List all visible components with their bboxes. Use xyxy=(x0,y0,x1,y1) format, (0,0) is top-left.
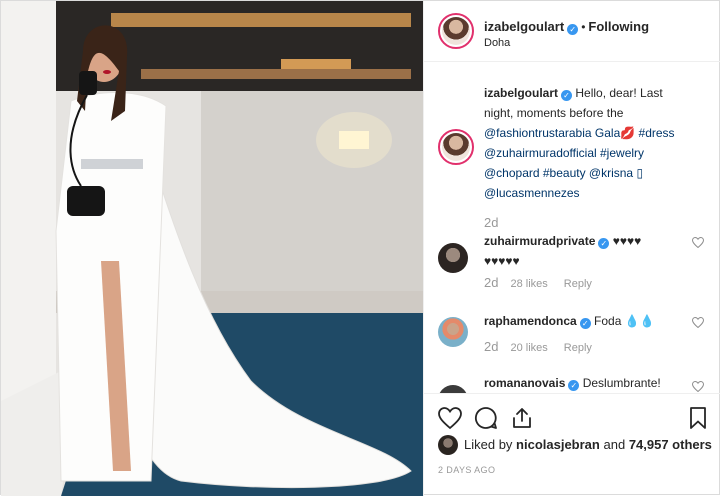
comments-section: izabelgoulart ✓ Hello, dear! Last night, … xyxy=(424,63,720,393)
verified-icon: ✓ xyxy=(598,238,610,249)
post-header: izabelgoulart ✓ • Following Doha xyxy=(424,1,720,62)
caption-line-2: night, moments before the xyxy=(484,106,624,120)
comment-likes[interactable]: 28 likes xyxy=(510,278,547,290)
header-line: izabelgoulart ✓ • Following xyxy=(484,19,649,35)
comment-username[interactable]: raphamendonca xyxy=(484,314,577,328)
caption-line-3[interactable]: @fashiontrustarabia Gala💋 #dress xyxy=(484,123,699,143)
comment-avatar[interactable] xyxy=(438,385,468,393)
likes-summary: Liked by nicolasjebran and 74,957 others xyxy=(464,437,712,452)
comment-meta: 2d 20 likes Reply xyxy=(484,339,608,354)
comment-text: raphamendonca ✓ Foda 💧💧 xyxy=(484,311,699,331)
comment-avatar[interactable] xyxy=(438,243,468,273)
comment-like-icon[interactable] xyxy=(692,381,704,392)
caption-meta: 2d xyxy=(484,215,510,230)
caption-line-5[interactable]: @chopard #beauty @krisna ▯ xyxy=(484,163,699,183)
caption-text: izabelgoulart ✓ Hello, dear! Last night, … xyxy=(484,83,699,203)
author-avatar[interactable] xyxy=(438,13,474,49)
comment-time[interactable]: 2d xyxy=(484,275,498,290)
caption-time[interactable]: 2d xyxy=(484,215,498,230)
following-button[interactable]: Following xyxy=(588,19,649,34)
caption-line-1: izabelgoulart ✓ Hello, dear! Last xyxy=(484,83,699,103)
post-side-panel: izabelgoulart ✓ • Following Doha izabelgoul… xyxy=(423,1,720,496)
comment-like-icon[interactable] xyxy=(692,317,704,328)
comment-time[interactable]: 2d xyxy=(484,339,498,354)
author-username[interactable]: izabelgoulart xyxy=(484,19,564,34)
comment-meta: 2d 28 likes Reply xyxy=(484,275,608,290)
comment-text: zuhairmuradprivate ✓ ♥♥♥♥ ♥♥♥♥♥ xyxy=(484,231,699,271)
comment-username[interactable]: romananovais xyxy=(484,376,565,390)
comment-body-line-2: ♥♥♥♥♥ xyxy=(484,254,520,268)
caption-line-1-text: Hello, dear! Last xyxy=(575,86,663,100)
caption-username[interactable]: izabelgoulart xyxy=(484,86,558,100)
comment-like-icon[interactable] xyxy=(692,237,704,248)
verified-icon: ✓ xyxy=(561,90,573,101)
verified-icon: ✓ xyxy=(579,318,591,329)
heart-icon[interactable] xyxy=(438,406,462,430)
comment-icon[interactable] xyxy=(474,406,498,430)
comment-body: Foda 💧💧 xyxy=(594,314,655,328)
likes-and: and xyxy=(603,437,626,452)
verified-icon: ✓ xyxy=(567,24,579,35)
bookmark-icon[interactable] xyxy=(686,406,710,430)
comment-body: ♥♥♥♥ xyxy=(612,234,642,248)
share-icon[interactable] xyxy=(510,406,534,430)
comment-body: Deslumbrante! xyxy=(582,376,661,390)
reply-button[interactable]: Reply xyxy=(564,342,592,354)
caption-line-4[interactable]: @zuhairmuradofficial #jewelry xyxy=(484,143,699,163)
instagram-post: izabelgoulart ✓ • Following Doha izabelgoul… xyxy=(0,0,720,496)
liked-by-user[interactable]: nicolasjebran xyxy=(516,437,600,452)
comment-text: romananovais ✓ Deslumbrante! xyxy=(484,373,699,393)
post-photo[interactable] xyxy=(1,1,423,496)
comment-avatar[interactable] xyxy=(438,317,468,347)
caption-line-6[interactable]: @lucasmennezes xyxy=(484,183,699,203)
reply-button[interactable]: Reply xyxy=(564,278,592,290)
post-location[interactable]: Doha xyxy=(484,37,510,49)
comment-likes[interactable]: 20 likes xyxy=(510,342,547,354)
likes-others[interactable]: 74,957 others xyxy=(629,437,712,452)
separator-dot: • xyxy=(581,20,586,34)
post-image-illustration xyxy=(1,1,423,496)
post-date[interactable]: 2 DAYS AGO xyxy=(438,465,495,475)
caption-avatar[interactable] xyxy=(438,129,474,165)
likes-prefix: Liked by xyxy=(464,437,513,452)
verified-icon: ✓ xyxy=(568,380,580,391)
comment-username[interactable]: zuhairmuradprivate xyxy=(484,234,595,248)
liker-avatar[interactable] xyxy=(438,435,458,455)
